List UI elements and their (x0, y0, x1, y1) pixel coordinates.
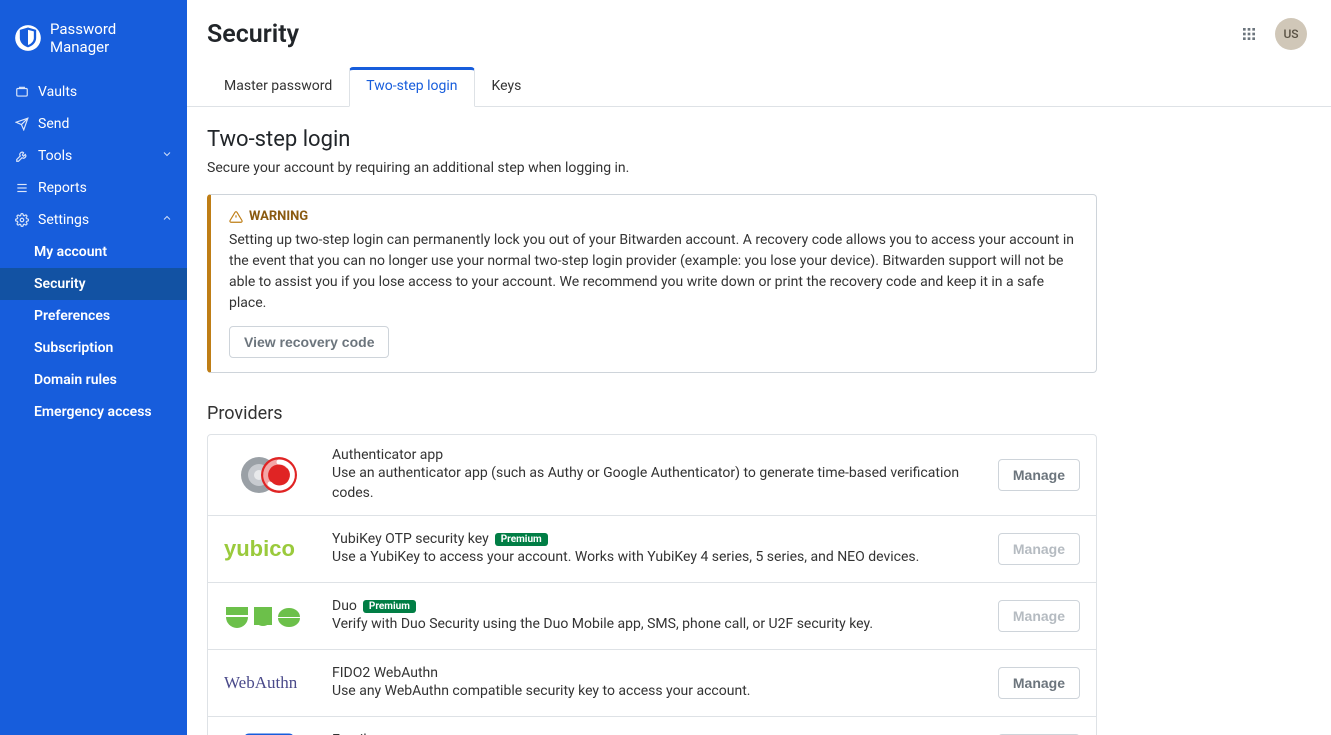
sidebar-item-emergency-access[interactable]: Emergency access (0, 396, 187, 428)
sidebar-item-vaults[interactable]: Vaults (0, 76, 187, 108)
section-title: Two-step login (207, 127, 1097, 152)
section-desc: Secure your account by requiring an addi… (207, 160, 1097, 176)
provider-name: Duo (332, 598, 357, 614)
page-title: Security (207, 20, 1239, 49)
main: Security US Master password Two-step log… (187, 0, 1331, 735)
provider-webauthn: WebAuthn FIDO2 WebAuthn Use any WebAuthn… (208, 650, 1096, 717)
sidebar-item-tools[interactable]: Tools (0, 140, 187, 172)
avatar[interactable]: US (1275, 18, 1307, 50)
manage-button[interactable]: Manage (998, 667, 1080, 699)
brand[interactable]: Password Manager (0, 14, 187, 76)
provider-name: YubiKey OTP security key (332, 531, 489, 547)
chevron-down-icon (161, 148, 173, 164)
sidebar-item-settings[interactable]: Settings (0, 204, 187, 236)
premium-badge: Premium (495, 533, 548, 546)
provider-list: Authenticator app Use an authenticator a… (207, 434, 1097, 735)
yubico-logo-icon: yubico (224, 528, 314, 570)
sidebar-item-security[interactable]: Security (0, 268, 187, 300)
gear-icon (14, 212, 30, 228)
tab-keys[interactable]: Keys (475, 67, 539, 107)
provider-yubikey: yubico YubiKey OTP security key Premium U… (208, 516, 1096, 583)
tools-icon (14, 148, 30, 164)
provider-name: FIDO2 WebAuthn (332, 665, 438, 681)
provider-desc: Use a YubiKey to access your account. Wo… (332, 548, 980, 568)
warning-icon (229, 210, 243, 224)
vault-icon (14, 84, 30, 100)
warning-title: WARNING (229, 209, 1078, 224)
provider-authenticator: Authenticator app Use an authenticator a… (208, 435, 1096, 516)
view-recovery-code-button[interactable]: View recovery code (229, 326, 389, 358)
authenticator-logo-icon (224, 454, 314, 496)
svg-text:WebAuthn: WebAuthn (224, 673, 298, 692)
tab-master-password[interactable]: Master password (207, 67, 349, 107)
webauthn-logo-icon: WebAuthn (224, 662, 314, 704)
warning-body: Setting up two-step login can permanentl… (229, 230, 1078, 314)
provider-desc: Use an authenticator app (such as Authy … (332, 464, 980, 503)
shield-icon (14, 24, 42, 52)
manage-button[interactable]: Manage (998, 600, 1080, 632)
sidebar: Password Manager Vaults Send Tools Repor… (0, 0, 187, 735)
premium-badge: Premium (363, 600, 416, 613)
sidebar-item-reports[interactable]: Reports (0, 172, 187, 204)
provider-name: Authenticator app (332, 447, 443, 463)
provider-desc: Verify with Duo Security using the Duo M… (332, 615, 980, 635)
tabs: Master password Two-step login Keys (187, 66, 1331, 107)
manage-button[interactable]: Manage (998, 533, 1080, 565)
sidebar-item-subscription[interactable]: Subscription (0, 332, 187, 364)
chevron-up-icon (161, 212, 173, 228)
sidebar-item-send[interactable]: Send (0, 108, 187, 140)
tab-two-step-login[interactable]: Two-step login (349, 67, 474, 107)
brand-text: Password Manager (50, 20, 173, 56)
sidebar-item-my-account[interactable]: My account (0, 236, 187, 268)
sidebar-item-domain-rules[interactable]: Domain rules (0, 364, 187, 396)
manage-button[interactable]: Manage (998, 459, 1080, 491)
content: Two-step login Secure your account by re… (187, 107, 1117, 735)
svg-text:yubico: yubico (224, 536, 295, 561)
provider-desc: Use any WebAuthn compatible security key… (332, 682, 980, 702)
email-icon (224, 729, 314, 735)
app-switcher-icon[interactable] (1239, 24, 1259, 44)
sidebar-item-preferences[interactable]: Preferences (0, 300, 187, 332)
sidebar-item-label: Vaults (38, 84, 77, 100)
warning-label: WARNING (249, 209, 308, 224)
sidebar-item-label: Settings (38, 212, 89, 228)
warning-callout: WARNING Setting up two-step login can pe… (207, 194, 1097, 373)
sidebar-item-label: Tools (38, 148, 72, 164)
duo-logo-icon (224, 595, 314, 637)
providers-heading: Providers (207, 403, 1097, 424)
provider-email: Email Verification codes will be emailed… (208, 717, 1096, 735)
sidebar-item-label: Reports (38, 180, 87, 196)
send-icon (14, 116, 30, 132)
sidebar-item-label: Send (38, 116, 69, 132)
reports-icon (14, 180, 30, 196)
header: Security US (187, 0, 1331, 50)
provider-duo: Duo Premium Verify with Duo Security usin… (208, 583, 1096, 650)
